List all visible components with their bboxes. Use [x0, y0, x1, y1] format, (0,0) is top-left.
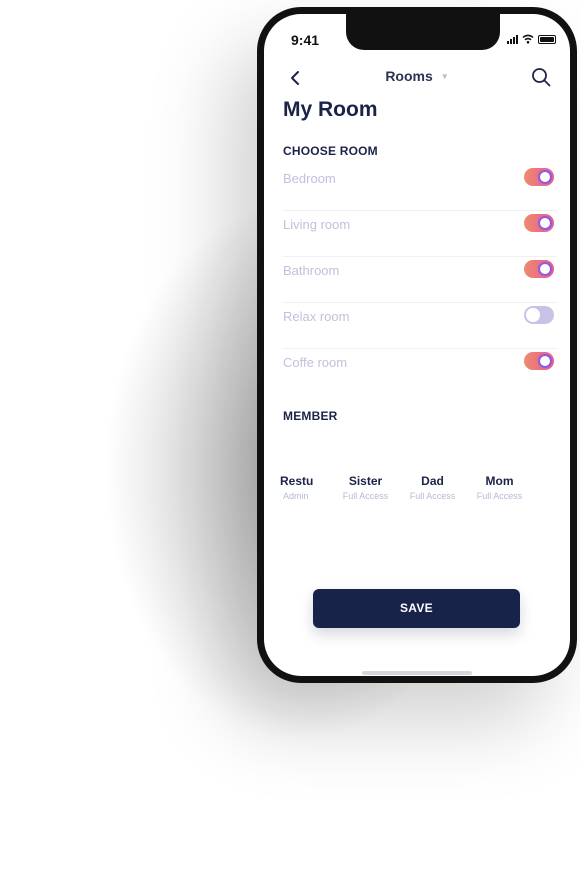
- search-icon[interactable]: [530, 66, 552, 88]
- member-restu[interactable]: Restu Admin: [280, 474, 320, 501]
- member-list: Restu Admin Sister Full Access Dad Full …: [280, 474, 550, 501]
- member-heading: MEMBER: [283, 409, 338, 423]
- room-label: Bedroom: [283, 171, 336, 186]
- save-button[interactable]: SAVE: [313, 589, 520, 628]
- member-role: Full Access: [476, 491, 523, 501]
- status-time: 9:41: [291, 32, 320, 48]
- room-label: Living room: [283, 217, 351, 232]
- room-row-relax-room[interactable]: Relax room: [283, 303, 557, 349]
- status-icons: [507, 34, 556, 44]
- room-row-bathroom[interactable]: Bathroom: [283, 257, 557, 303]
- room-toggle-coffe-room[interactable]: [524, 352, 554, 370]
- member-sister[interactable]: Sister Full Access: [332, 474, 399, 501]
- top-nav: Rooms ▼: [264, 66, 570, 90]
- room-label: Relax room: [283, 309, 350, 324]
- room-row-bedroom[interactable]: Bedroom: [283, 165, 557, 211]
- rooms-dropdown[interactable]: Rooms ▼: [264, 68, 570, 84]
- choose-room-heading: CHOOSE ROOM: [283, 144, 378, 158]
- member-dad[interactable]: Dad Full Access: [399, 474, 466, 501]
- toggle-knob: [538, 354, 552, 368]
- room-list: Bedroom Living room Bathroom Relax room …: [283, 165, 557, 394]
- phone-frame: 9:41 Rooms ▼ My Room CHOOSE ROOM Bedroom…: [257, 7, 577, 683]
- toggle-knob: [538, 170, 552, 184]
- room-row-coffe-room[interactable]: Coffe room: [283, 349, 557, 394]
- notch: [346, 14, 500, 50]
- member-mom[interactable]: Mom Full Access: [466, 474, 533, 501]
- toggle-knob: [538, 216, 552, 230]
- page-title: My Room: [283, 98, 378, 121]
- toggle-knob: [526, 308, 540, 322]
- signal-icon: [507, 34, 518, 44]
- caret-down-icon: ▼: [440, 72, 449, 81]
- phone-screen: 9:41 Rooms ▼ My Room CHOOSE ROOM Bedroom…: [264, 14, 570, 676]
- member-name: Sister: [348, 474, 383, 488]
- member-name: Restu: [280, 474, 314, 488]
- nav-title-label: Rooms: [385, 68, 433, 84]
- member-role: Full Access: [342, 491, 389, 501]
- room-label: Bathroom: [283, 263, 340, 278]
- room-toggle-relax-room[interactable]: [524, 306, 554, 324]
- room-label: Coffe room: [283, 355, 348, 370]
- member-name: Mom: [485, 474, 514, 488]
- battery-icon: [538, 34, 556, 44]
- room-toggle-bedroom[interactable]: [524, 168, 554, 186]
- member-role: Full Access: [409, 491, 456, 501]
- room-row-living-room[interactable]: Living room: [283, 211, 557, 257]
- member-name: Dad: [421, 474, 444, 488]
- room-toggle-living-room[interactable]: [524, 214, 554, 232]
- toggle-knob: [538, 262, 552, 276]
- home-indicator: [362, 671, 472, 675]
- room-toggle-bathroom[interactable]: [524, 260, 554, 278]
- member-role: Admin: [283, 491, 309, 501]
- wifi-icon: [522, 34, 534, 44]
